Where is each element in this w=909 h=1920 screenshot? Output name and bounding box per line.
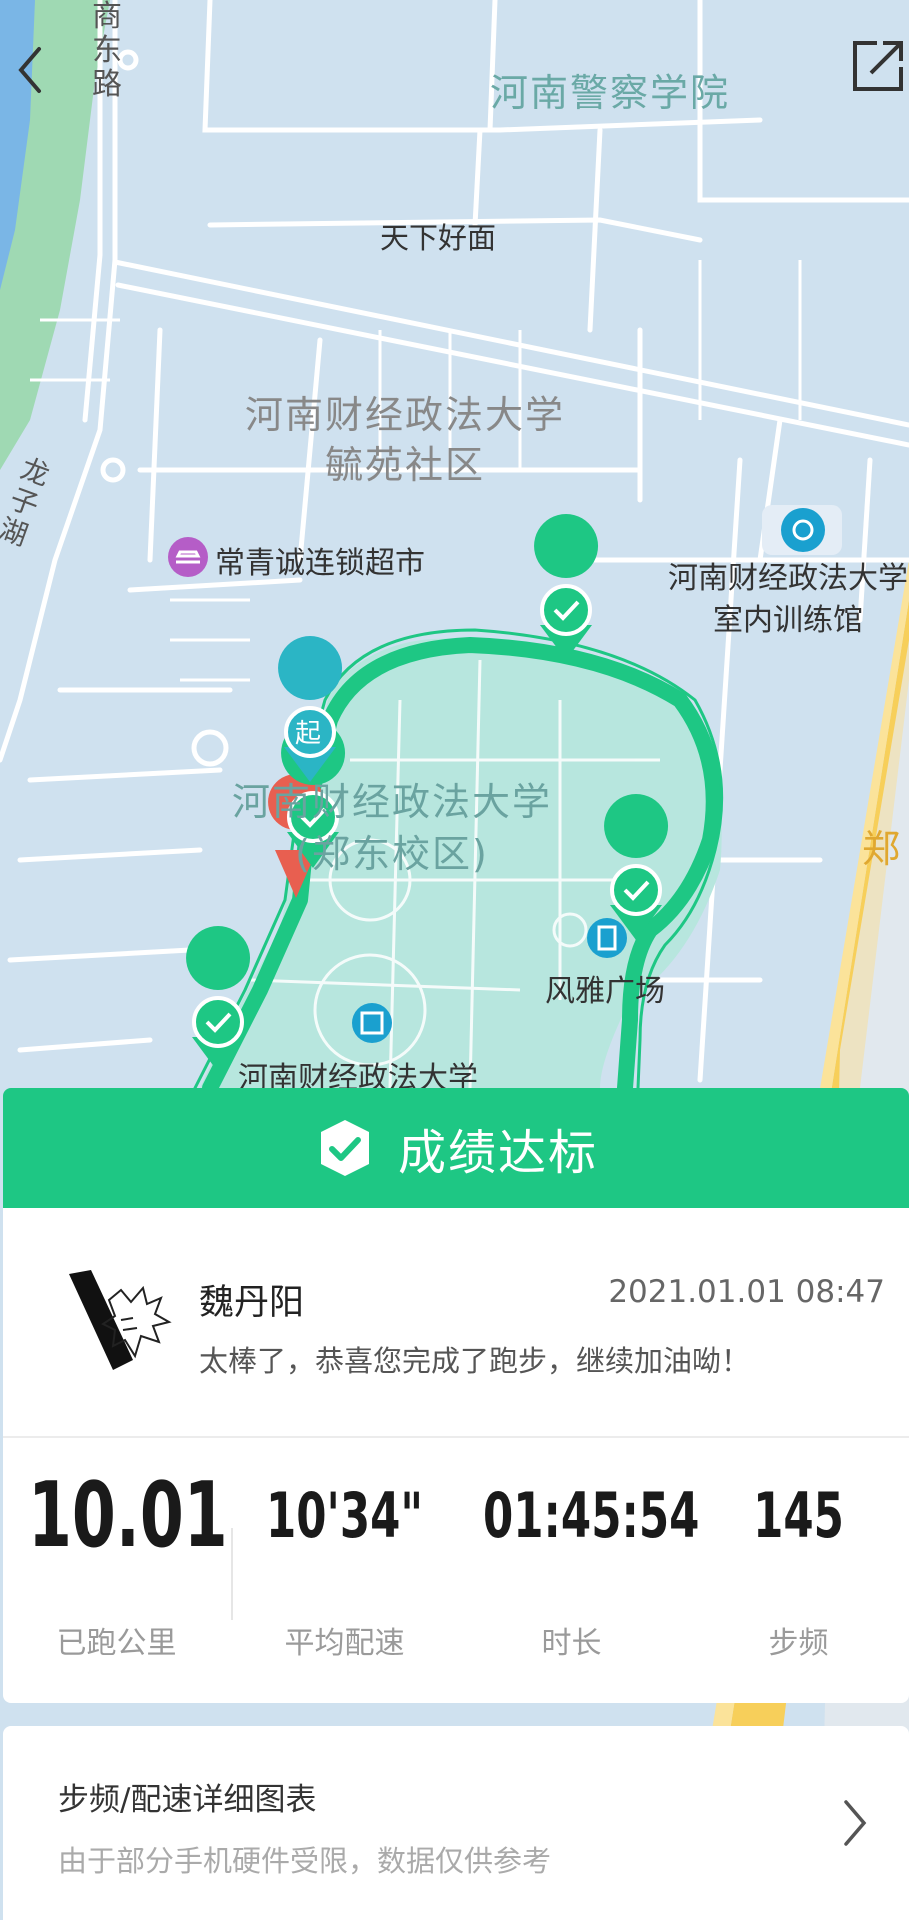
avatar[interactable] — [61, 1260, 176, 1375]
banner-text: 成绩达标 — [397, 1125, 598, 1181]
map-label-supermarket: 常青诚连锁超市 — [215, 546, 425, 581]
stat-cadence-label: 步频 — [768, 1626, 829, 1661]
chart-detail-link[interactable]: 步频/配速详细图表 由于部分手机硬件受限，数据仅供参考 — [3, 1726, 909, 1920]
start-marker-label[interactable]: 起 — [295, 713, 321, 750]
stat-cadence: 145 步频 — [685, 1466, 909, 1661]
divider — [3, 1436, 909, 1438]
map-label-noodle: 天下好面 — [380, 221, 497, 255]
share-out-icon — [853, 41, 903, 91]
chart-detail-title: 步频/配速详细图表 — [58, 1782, 317, 1818]
stat-distance-label: 已跑公里 — [56, 1626, 177, 1661]
chevron-left-icon — [18, 47, 41, 93]
check-badge-icon — [320, 1120, 369, 1176]
congrats-message: 太棒了，恭喜您完成了跑步，继续加油呦！ — [199, 1344, 751, 1378]
map-label-east-campus: 河南财经政法大学 (郑东校区) — [232, 780, 553, 876]
user-name: 魏丹阳 — [199, 1283, 305, 1323]
map-label-plaza: 风雅广场 — [545, 974, 665, 1009]
chart-detail-subtitle: 由于部分手机硬件受限，数据仅供参考 — [58, 1844, 552, 1878]
share-button[interactable] — [848, 35, 908, 97]
map-label-zheng: 郑 — [862, 827, 901, 871]
stat-duration-label: 时长 — [541, 1626, 602, 1661]
map-label-campus-community: 河南财经政法大学 毓苑社区 — [245, 393, 566, 487]
avatar-image — [61, 1260, 176, 1375]
result-banner: 成绩达标 — [3, 1088, 909, 1208]
back-button[interactable] — [5, 40, 55, 100]
stat-pace-label: 平均配速 — [284, 1626, 405, 1661]
stat-distance-value: 10.01 — [27, 1463, 228, 1568]
chevron-right-icon — [844, 1800, 867, 1846]
stat-cadence-value: 145 — [753, 1479, 844, 1552]
stat-pace: 10'34" 平均配速 — [231, 1466, 458, 1661]
map-label-indoor-gym: 河南财经政法大学 室内训练馆 — [668, 561, 908, 638]
stat-pace-value: 10'34" — [265, 1479, 424, 1552]
map-label-road-east: 商东路 — [92, 0, 122, 102]
stat-distance: 10.01 已跑公里 — [3, 1463, 230, 1662]
stat-duration-value: 01:45:54 — [482, 1479, 700, 1552]
run-datetime: 2021.01.01 08:47 — [608, 1274, 885, 1310]
stat-duration: 01:45:54 时长 — [458, 1466, 700, 1661]
result-card: 魏丹阳 2021.01.01 08:47 太棒了，恭喜您完成了跑步，继续加油呦！… — [3, 1208, 909, 1703]
map-label-police-college: 河南警察学院 — [490, 71, 731, 115]
